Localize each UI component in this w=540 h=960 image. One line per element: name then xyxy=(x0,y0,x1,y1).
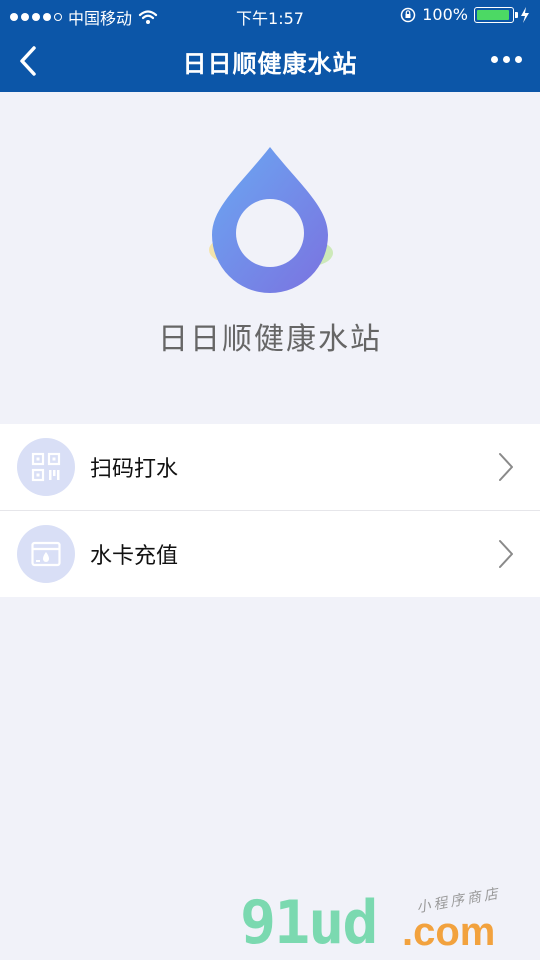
water-card-icon xyxy=(17,525,75,583)
watermark-main: 91ud xyxy=(240,888,378,958)
menu-item-card-recharge[interactable]: 水卡充值 xyxy=(0,510,540,597)
status-right: 100% xyxy=(400,5,530,24)
navigation-bar: 日日顺健康水站 xyxy=(0,30,540,92)
page-title: 日日顺健康水站 xyxy=(182,50,358,78)
rotation-lock-icon xyxy=(401,7,416,22)
chevron-right-icon xyxy=(499,540,513,568)
menu-item-label: 水卡充值 xyxy=(90,544,179,569)
battery-icon xyxy=(474,6,518,23)
menu-item-scan-water[interactable]: 扫码打水 xyxy=(0,424,540,510)
status-bar: 中国移动 下午1:57 100% xyxy=(0,0,540,30)
watermark: 91ud .com 小程序商店 xyxy=(240,886,540,958)
brand-name: 日日顺健康水站 xyxy=(158,322,382,357)
action-menu: 扫码打水 水卡充值 xyxy=(0,424,540,597)
qr-code-icon xyxy=(17,438,75,496)
charging-icon xyxy=(521,6,529,23)
chevron-right-icon xyxy=(499,453,513,481)
more-options-icon[interactable] xyxy=(491,56,522,63)
battery-percent: 100% xyxy=(422,5,468,24)
water-drop-logo xyxy=(209,147,333,293)
watermark-suffix: .com xyxy=(402,910,496,954)
menu-item-label: 扫码打水 xyxy=(90,457,179,482)
